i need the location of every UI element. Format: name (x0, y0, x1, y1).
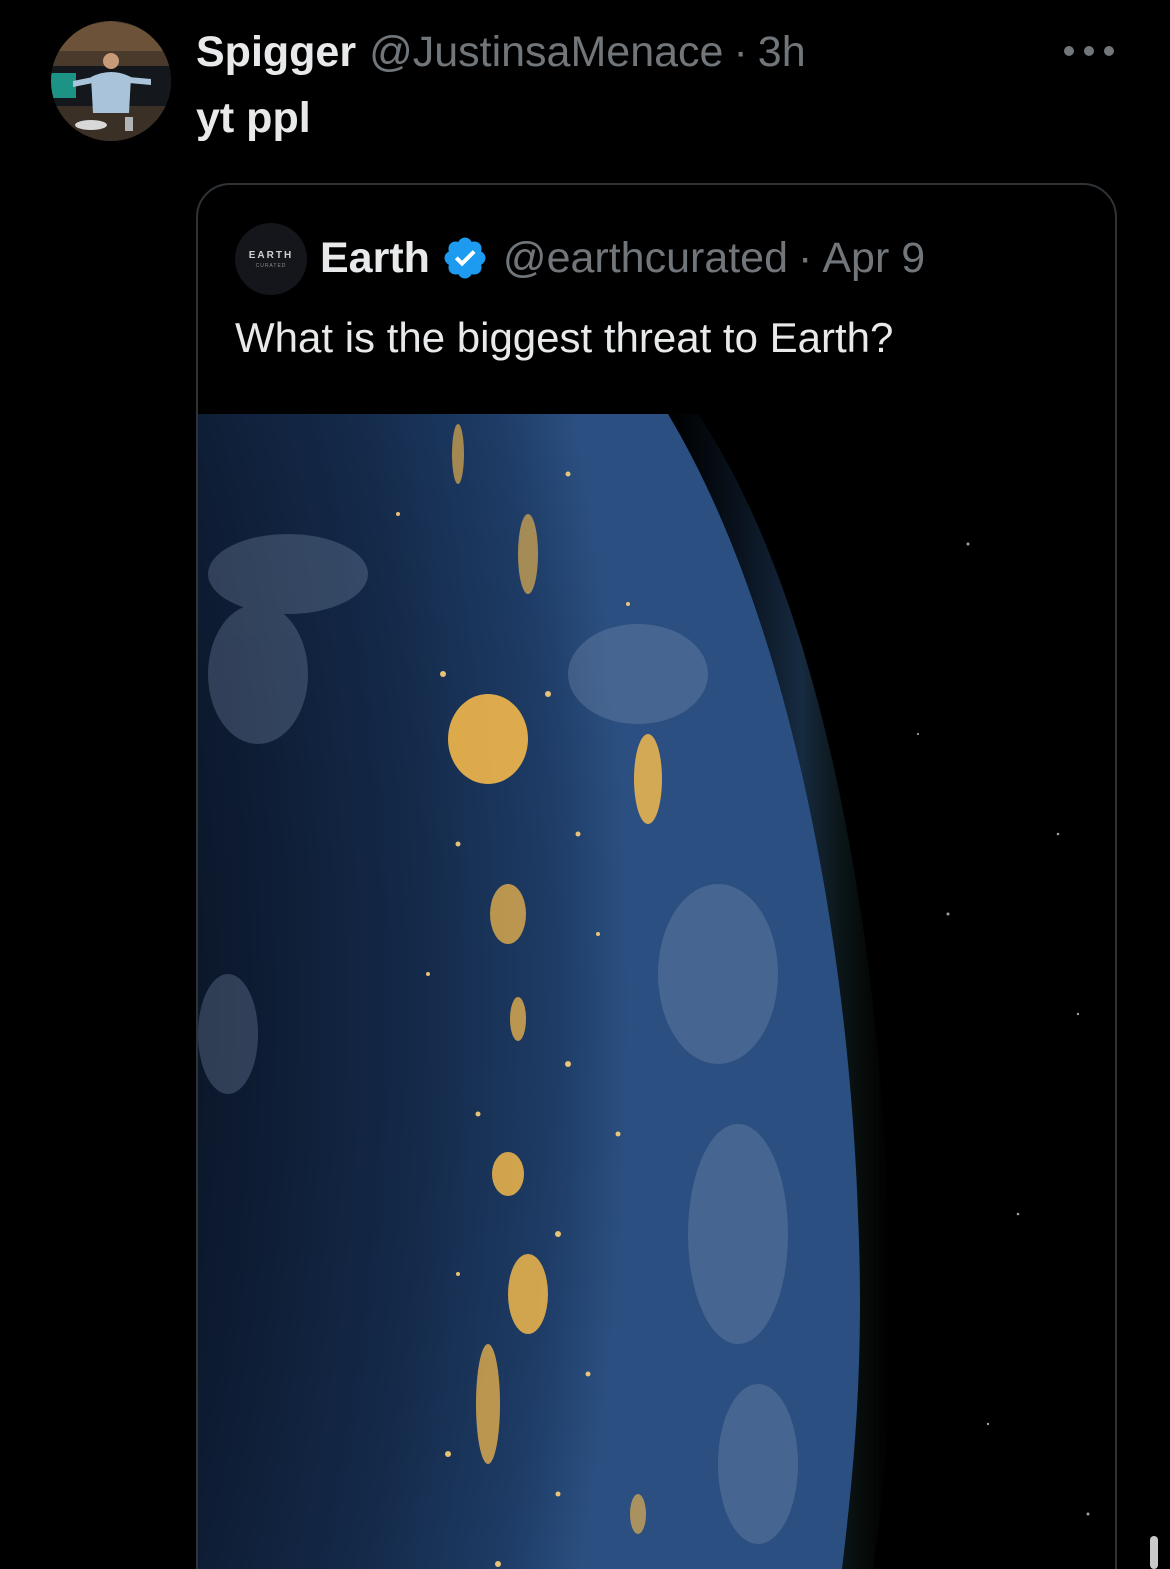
separator-dot: · (798, 234, 813, 282)
tweet-timestamp[interactable]: 3h (758, 26, 806, 78)
scrollbar-thumb[interactable] (1150, 1536, 1158, 1569)
separator-dot: · (733, 28, 748, 76)
author-name[interactable]: Spigger (196, 26, 356, 78)
more-dot (1104, 46, 1114, 56)
more-options-icon[interactable] (1064, 36, 1114, 66)
earth-at-night-image (198, 414, 1115, 1569)
more-dot (1084, 46, 1094, 56)
earth-logo-text: EARTH (248, 249, 294, 261)
quoted-tweet-media[interactable] (198, 414, 1115, 1569)
quoted-author-handle[interactable]: @earthcurated (503, 232, 788, 284)
quoted-tweet-card[interactable]: EARTH CURATED Earth @earthcurated · Apr … (196, 183, 1117, 1569)
quoted-author-name[interactable]: Earth (320, 232, 430, 284)
author-avatar[interactable] (51, 21, 171, 141)
quoted-tweet-date[interactable]: Apr 9 (822, 232, 925, 284)
verified-badge-icon (444, 237, 486, 279)
author-handle[interactable]: @JustinsaMenace (369, 26, 723, 78)
quoted-tweet-text: What is the biggest threat to Earth? (235, 314, 894, 361)
earth-logo-subtext: CURATED (255, 262, 287, 269)
more-dot (1064, 46, 1074, 56)
tweet-screen: Spigger @JustinsaMenace · 3h yt ppl EART… (0, 0, 1170, 1569)
quoted-author-avatar[interactable]: EARTH CURATED (235, 223, 307, 295)
profile-photo-image (51, 21, 171, 141)
tweet-header: Spigger @JustinsaMenace · 3h (196, 26, 806, 78)
quoted-tweet-header: Earth @earthcurated · Apr 9 (320, 232, 925, 284)
tweet-text: yt ppl (196, 94, 311, 142)
